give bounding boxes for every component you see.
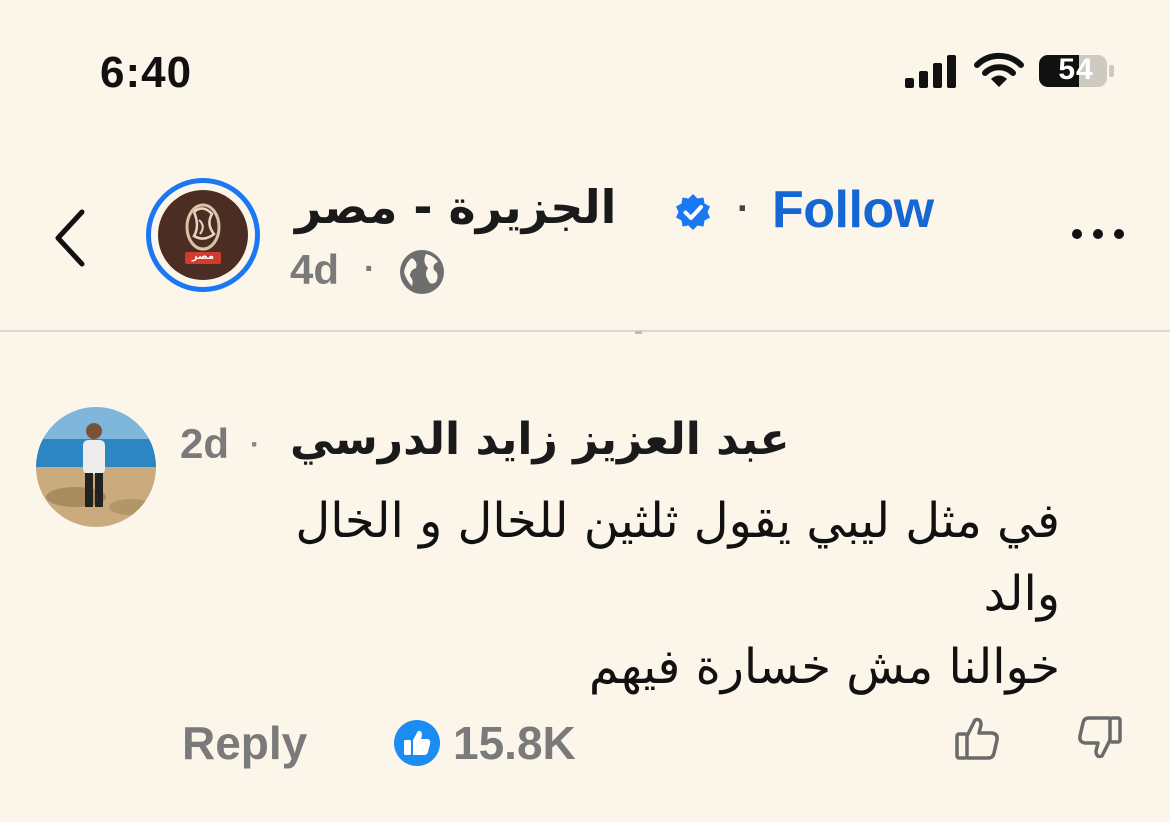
page-name[interactable]: الجزيرة - مصر (295, 180, 670, 234)
reply-button[interactable]: Reply (182, 716, 307, 770)
comment-line: في مثل ليبي يقول ثلثين للخال و الخال (295, 493, 1060, 549)
commenter-avatar[interactable] (36, 407, 156, 527)
avatar-badge-text: مصر (191, 251, 215, 262)
signal-icon (905, 55, 956, 88)
status-time: 6:40 (100, 48, 193, 97)
page-avatar[interactable]: مصر (146, 178, 260, 292)
comment-line: والد (983, 566, 1060, 622)
like-badge-icon (394, 720, 440, 766)
more-dots-icon[interactable] (1068, 224, 1128, 244)
commenter-name[interactable]: عبد العزيز زايد الدرسي (290, 414, 820, 465)
verified-badge-icon (676, 194, 710, 230)
commenter-photo (36, 407, 156, 527)
thumbs-down-icon[interactable] (1073, 712, 1125, 764)
globe-icon (400, 250, 444, 294)
header-separator: · (737, 188, 750, 230)
post-age[interactable]: 4d (290, 246, 339, 294)
status-icons: 54 (905, 52, 1120, 96)
scroll-indicator (635, 331, 642, 334)
comment-text: في مثل ليبي يقول ثلثين للخال و الخال وال… (175, 485, 1060, 704)
follow-button[interactable]: Follow (772, 180, 934, 240)
thumbs-up-icon[interactable] (952, 712, 1004, 764)
comment-line: خوالنا مش خسارة فيهم (588, 639, 1060, 695)
page-logo: مصر (158, 190, 248, 280)
wifi-icon (974, 52, 1024, 87)
divider (0, 330, 1170, 332)
like-count[interactable]: 15.8K (453, 716, 576, 770)
aljazeera-logo-icon (185, 203, 221, 264)
battery-level: 54 (1058, 53, 1094, 86)
back-chevron-icon[interactable] (50, 206, 90, 270)
comment-separator: · (250, 428, 260, 461)
age-separator: · (364, 250, 376, 288)
comment-age[interactable]: 2d (180, 420, 229, 468)
